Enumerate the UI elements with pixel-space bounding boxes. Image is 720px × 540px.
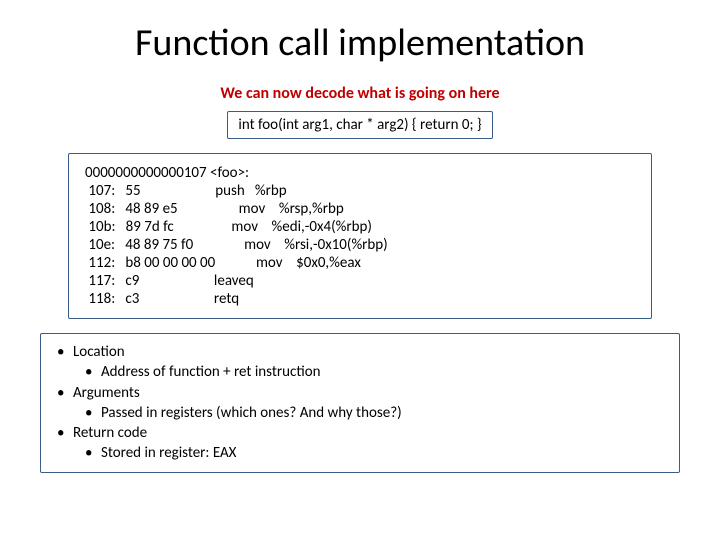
slide-title: Function call implementation <box>40 20 680 66</box>
signature-wrap: int foo(int arg1, char * arg2) { return … <box>40 111 680 153</box>
list-item: Location <box>53 342 667 362</box>
asm-row: 117: c9 leaveq <box>85 272 635 290</box>
asm-row: 107: 55 push %rbp <box>85 182 635 200</box>
asm-header: 0000000000000107 <foo>: <box>85 164 635 182</box>
notes-box: Location Address of function + ret instr… <box>40 333 680 473</box>
list-item: Return code <box>53 423 667 443</box>
asm-row: 118: c3 retq <box>85 290 635 308</box>
notes-list: Location Address of function + ret instr… <box>53 342 667 464</box>
asm-row: 10e: 48 89 75 f0 mov %rsi,-0x10(%rbp) <box>85 236 635 254</box>
asm-row: 10b: 89 7d fc mov %edi,-0x4(%rbp) <box>85 218 635 236</box>
list-item: Passed in registers (which ones? And why… <box>53 403 667 423</box>
assembly-listing: 0000000000000107 <foo>: 107: 55 push %rb… <box>68 153 652 319</box>
list-item: Address of function + ret instruction <box>53 362 667 382</box>
slide-subtitle: We can now decode what is going on here <box>40 84 680 103</box>
function-signature: int foo(int arg1, char * arg2) { return … <box>227 111 492 139</box>
slide: Function call implementation We can now … <box>0 0 720 493</box>
asm-row: 108: 48 89 e5 mov %rsp,%rbp <box>85 200 635 218</box>
list-item: Arguments <box>53 383 667 403</box>
asm-row: 112: b8 00 00 00 00 mov $0x0,%eax <box>85 254 635 272</box>
list-item: Stored in register: EAX <box>53 443 667 463</box>
